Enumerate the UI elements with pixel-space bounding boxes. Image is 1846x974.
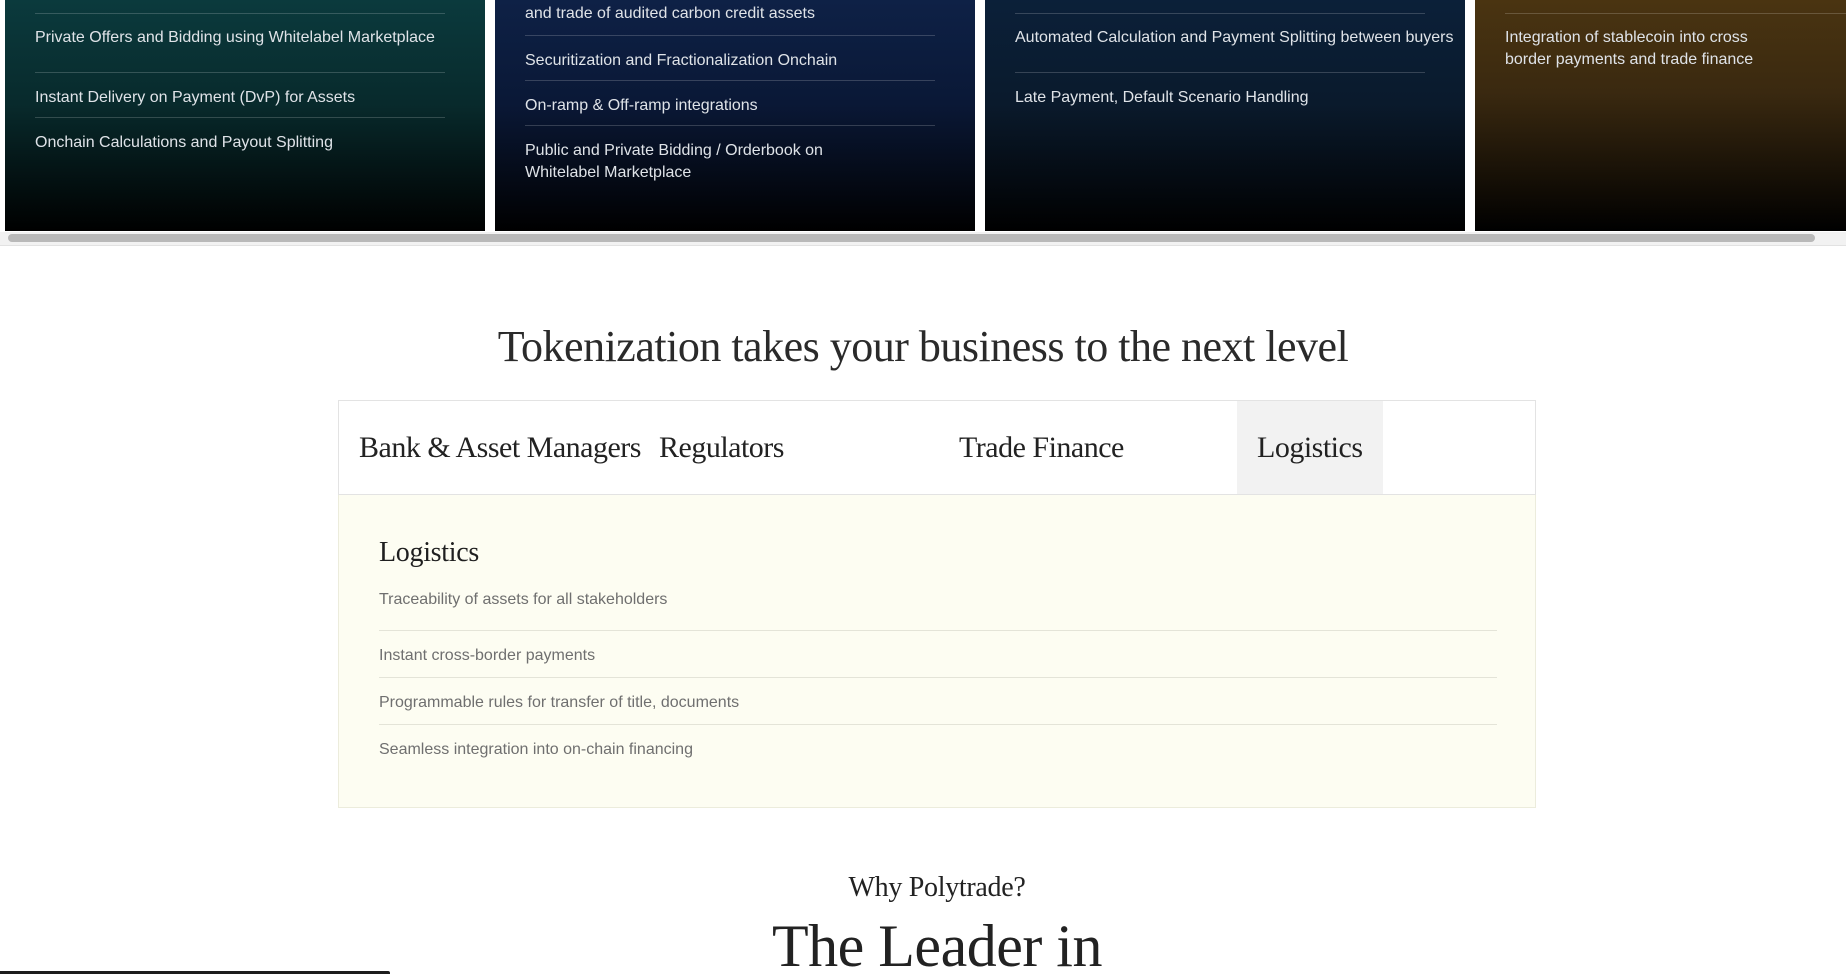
tab-panel-logistics: Logistics Traceability of assets for all… (338, 495, 1536, 808)
feature-card-1-list: Private Offers and Bidding using Whitela… (35, 27, 445, 154)
feature-card-item: Instant Delivery on Payment (DvP) for As… (35, 73, 445, 118)
tab-trade-finance[interactable]: Trade Finance (939, 401, 1144, 494)
panel-benefit-item: Seamless integration into on-chain finan… (379, 741, 693, 758)
feature-card-item: Automated Calculation and Payment Splitt… (1015, 27, 1453, 73)
panel-title: Logistics (379, 537, 479, 568)
feature-card-item: Onchain Calculations and Payout Splittin… (35, 134, 333, 151)
audience-tabs: Bank & Asset Managers Regulators Trade F… (338, 400, 1536, 495)
feature-card-item: Public and Private Bidding / Orderbook o… (525, 142, 823, 181)
feature-card-item: and trade of audited carbon credit asset… (525, 3, 935, 36)
feature-card-1: Private Offers and Bidding using Whitela… (5, 0, 485, 231)
feature-card-item: Private Offers and Bidding using Whitela… (35, 27, 445, 73)
why-subtitle: Why Polytrade? (848, 872, 1026, 903)
feature-card-item: On-ramp & Off-ramp integrations (525, 81, 935, 126)
feature-card-4: Integration of stablecoin into cross bor… (1475, 0, 1846, 231)
scrollbar-thumb[interactable] (8, 234, 1815, 242)
feature-card-item: Securitization and Fractionalization Onc… (525, 36, 935, 81)
feature-card-2-list: and trade of audited carbon credit asset… (525, 3, 935, 184)
feature-card-4-list: Integration of stablecoin into cross bor… (1505, 27, 1790, 71)
divider (1505, 13, 1846, 14)
panel-benefit-item: Instant cross-border payments (379, 631, 1497, 678)
feature-card-2: and trade of audited carbon credit asset… (495, 0, 975, 231)
feature-card-3-list: Automated Calculation and Payment Splitt… (1015, 27, 1453, 109)
section-title: Tokenization takes your business to the … (497, 322, 1349, 371)
divider (35, 13, 445, 14)
tab-regulators[interactable]: Regulators (639, 401, 804, 494)
panel-benefit-list: Traceability of assets for all stakehold… (379, 585, 1497, 772)
feature-card-carousel[interactable]: Private Offers and Bidding using Whitela… (0, 0, 1846, 232)
horizontal-scrollbar[interactable] (0, 232, 1846, 246)
feature-card-item: Late Payment, Default Scenario Handling (1015, 89, 1309, 106)
tab-logistics[interactable]: Logistics (1237, 401, 1383, 494)
feature-card-item: Integration of stablecoin into cross bor… (1505, 29, 1754, 68)
feature-card-3: Automated Calculation and Payment Splitt… (985, 0, 1465, 231)
page: Private Offers and Bidding using Whitela… (0, 0, 1846, 974)
why-title: The Leader in (772, 913, 1102, 974)
panel-benefit-item: Traceability of assets for all stakehold… (379, 585, 1497, 631)
divider (1015, 13, 1425, 14)
tab-bank-asset-managers[interactable]: Bank & Asset Managers (339, 401, 661, 494)
panel-benefit-item: Programmable rules for transfer of title… (379, 678, 1497, 725)
